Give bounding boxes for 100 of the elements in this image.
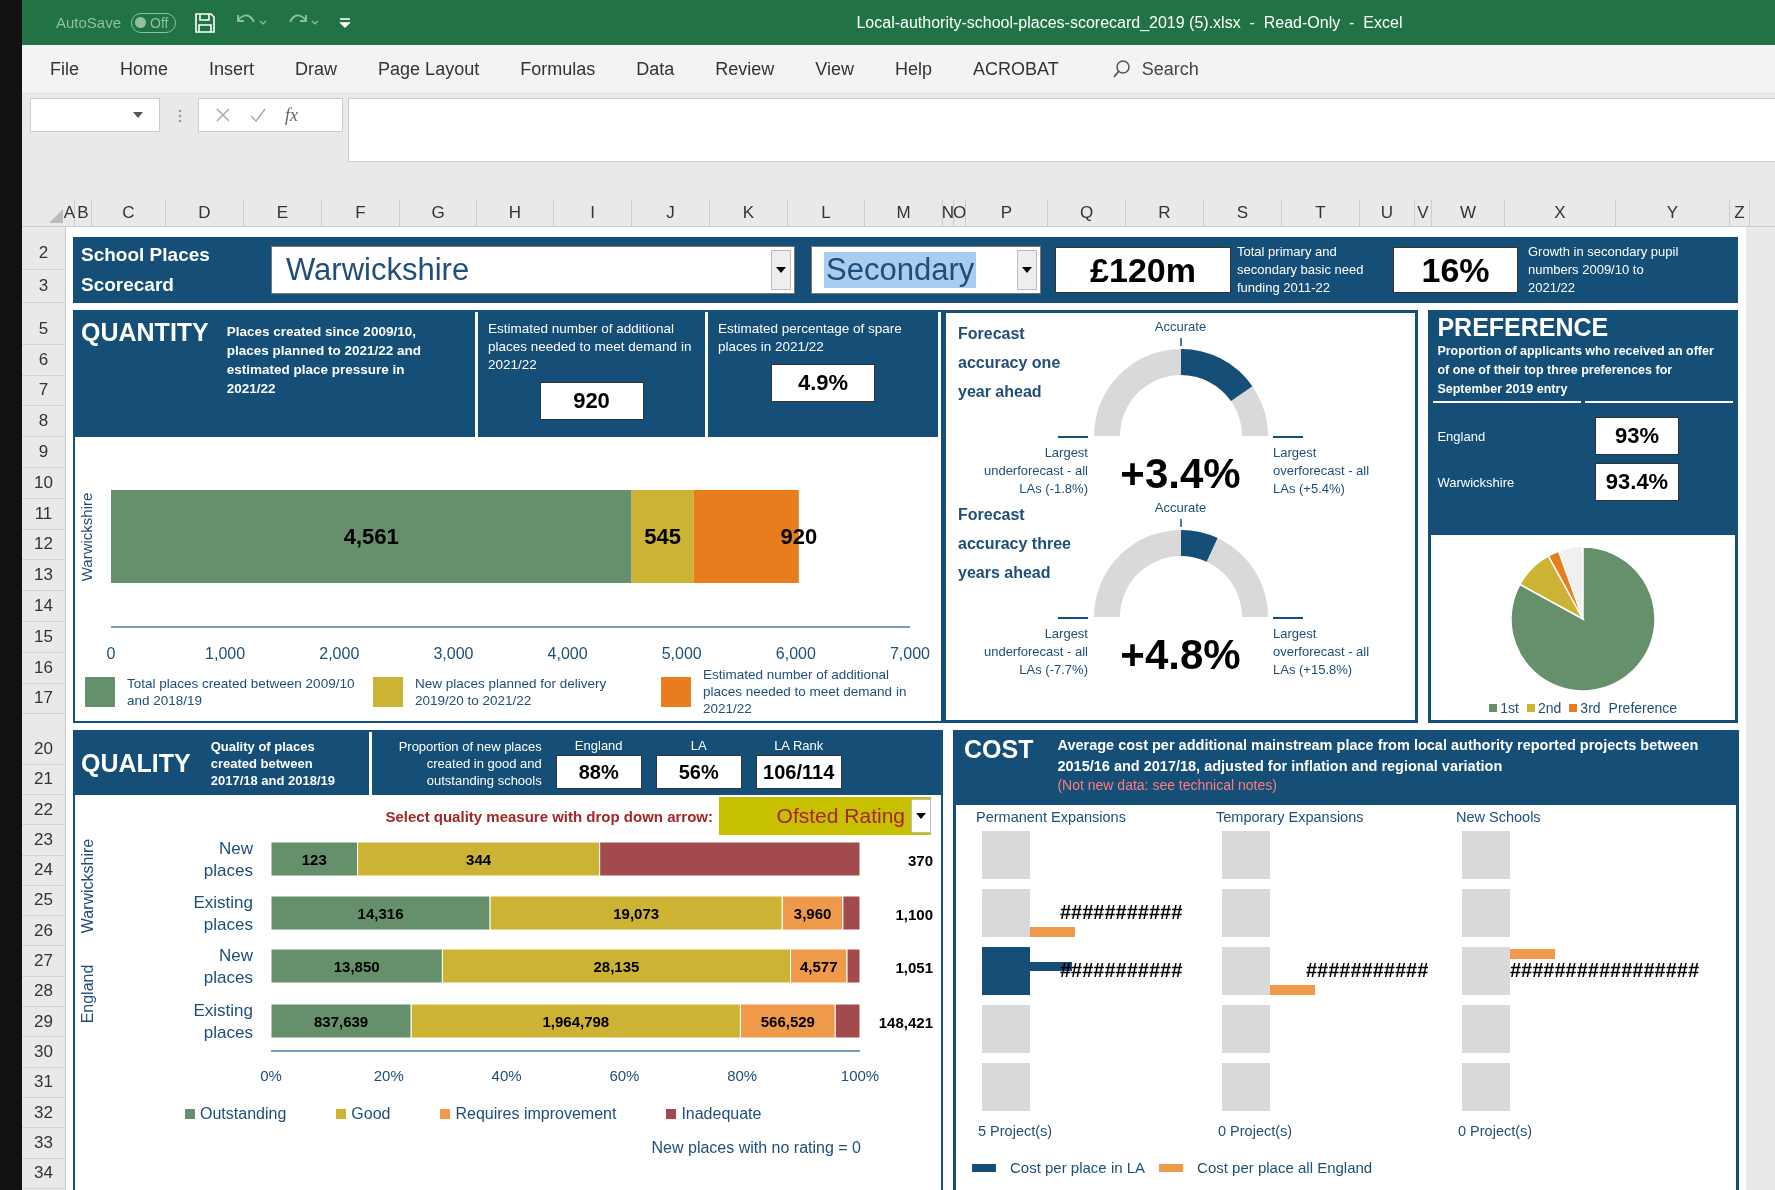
count-label: 837,639 xyxy=(313,1013,369,1030)
stat-label: England xyxy=(574,738,623,753)
column-header[interactable]: C xyxy=(92,200,166,226)
count-label: 14,316 xyxy=(357,905,404,922)
menu-item[interactable]: Data xyxy=(636,58,675,80)
row-header[interactable]: 8 xyxy=(22,406,65,438)
menu-item[interactable]: View xyxy=(815,58,854,80)
cost-square xyxy=(1462,1005,1510,1053)
column-header[interactable]: K xyxy=(710,200,788,226)
column-header[interactable]: N xyxy=(943,200,954,226)
column-header[interactable]: L xyxy=(788,200,865,226)
funding-label: Total primary and secondary basic need funding 2011-22 xyxy=(1237,243,1365,297)
formula-input[interactable] xyxy=(348,98,1775,162)
search-field[interactable]: Search xyxy=(1111,58,1199,80)
row-header[interactable]: 6 xyxy=(22,344,65,376)
row-header[interactable]: 30 xyxy=(22,1037,65,1068)
column-header[interactable]: F xyxy=(322,200,400,226)
column-header[interactable]: Z xyxy=(1730,200,1750,226)
vertical-scrollbar[interactable] xyxy=(1746,227,1775,1190)
save-icon[interactable] xyxy=(194,11,217,34)
row-header[interactable]: 11 xyxy=(22,498,65,530)
column-header[interactable]: Y xyxy=(1616,200,1730,226)
column-header[interactable]: H xyxy=(477,200,554,226)
row-header[interactable]: 26 xyxy=(22,916,65,947)
tick-label: 1,000 xyxy=(205,645,246,662)
row-header[interactable]: 2 xyxy=(22,237,65,270)
row-header[interactable]: 3 xyxy=(22,270,65,303)
menu-item[interactable]: Home xyxy=(120,58,169,80)
row-header[interactable]: 13 xyxy=(22,560,65,592)
row-header[interactable]: 15 xyxy=(22,621,65,653)
column-header[interactable]: P xyxy=(966,200,1048,226)
row-header[interactable]: 33 xyxy=(22,1128,65,1159)
row-header[interactable]: 14 xyxy=(22,591,65,622)
row-header[interactable]: 7 xyxy=(22,375,65,407)
row-header[interactable]: 32 xyxy=(22,1097,65,1129)
column-header[interactable]: W xyxy=(1432,200,1505,226)
select-all-icon[interactable] xyxy=(47,207,63,223)
row-header[interactable]: 23 xyxy=(22,825,65,856)
row-header[interactable]: 5 xyxy=(22,314,65,345)
growth-label: Growth in secondary pupil numbers 2009/10 to 2021/22 xyxy=(1528,243,1680,297)
column-header[interactable]: I xyxy=(554,200,632,226)
column-header[interactable]: S xyxy=(1204,200,1282,226)
menu-item[interactable]: Draw xyxy=(295,58,338,80)
tick-label: 4,000 xyxy=(547,645,588,662)
column-header[interactable]: Q xyxy=(1048,200,1126,226)
forecast-title: Forecast accuracy three years ahead xyxy=(958,505,1072,583)
menu-item[interactable]: Review xyxy=(715,58,775,80)
row-header[interactable]: 27 xyxy=(22,946,65,977)
legend-label: Outstanding xyxy=(200,1105,287,1123)
phase-dropdown[interactable]: Secondary xyxy=(811,246,1041,294)
menu-item[interactable]: Insert xyxy=(209,58,255,80)
cost-square xyxy=(1222,1063,1270,1111)
menu-item[interactable]: Help xyxy=(894,58,932,80)
row-header[interactable]: 25 xyxy=(22,885,65,917)
row-header[interactable]: 10 xyxy=(22,468,65,499)
column-header[interactable]: O xyxy=(954,200,966,226)
column-header[interactable]: B xyxy=(75,200,92,226)
column-header[interactable]: T xyxy=(1282,200,1360,226)
stat-label: Estimated number of additional places needed to meet demand in 2021/22 xyxy=(488,320,693,374)
column-header[interactable]: J xyxy=(632,200,710,226)
legend-swatch xyxy=(666,1109,677,1119)
menu-item[interactable]: Page Layout xyxy=(378,58,480,80)
name-box[interactable] xyxy=(30,98,160,132)
measure-dropdown[interactable]: Ofsted Rating xyxy=(719,797,931,835)
row-header[interactable]: 12 xyxy=(22,529,65,561)
cancel-icon[interactable] xyxy=(215,107,231,123)
customize-icon[interactable] xyxy=(338,15,353,30)
count-label: 3,960 xyxy=(793,905,832,922)
legend-label: New places planned for delivery 2019/20 to 2021/22 xyxy=(415,674,608,709)
menu-item[interactable]: ACROBAT xyxy=(973,58,1059,80)
row-header[interactable]: 28 xyxy=(22,976,65,1008)
row-header[interactable]: 29 xyxy=(22,1007,65,1038)
row-header[interactable]: 17 xyxy=(22,683,65,715)
column-header[interactable]: G xyxy=(400,200,477,226)
insert-function-button[interactable]: fx xyxy=(285,104,298,126)
row-header[interactable]: 22 xyxy=(22,794,65,826)
group-label: Warwickshire xyxy=(79,838,96,934)
row-header[interactable]: 31 xyxy=(22,1067,65,1098)
row-header[interactable]: 20 xyxy=(22,734,65,765)
column-header[interactable]: U xyxy=(1360,200,1415,226)
menu-item[interactable]: Formulas xyxy=(520,58,596,80)
row-header[interactable]: 34 xyxy=(22,1158,65,1189)
authority-dropdown[interactable]: Warwickshire xyxy=(271,246,795,294)
legend-label: 2nd xyxy=(1538,700,1562,716)
check-icon[interactable] xyxy=(249,107,267,123)
column-header[interactable]: X xyxy=(1505,200,1616,226)
stat-label: England xyxy=(1437,428,1486,444)
row-header[interactable]: 21 xyxy=(22,764,65,795)
menu-item[interactable]: File xyxy=(50,58,79,80)
column-header[interactable]: V xyxy=(1415,200,1432,226)
row-header[interactable]: 16 xyxy=(22,652,65,684)
row-header[interactable]: 24 xyxy=(22,855,65,886)
column-header[interactable]: D xyxy=(166,200,244,226)
count-label: 19,073 xyxy=(613,905,660,922)
column-header[interactable]: A xyxy=(65,200,75,226)
column-header[interactable]: R xyxy=(1126,200,1204,226)
cost-square xyxy=(1222,1005,1270,1053)
row-header[interactable]: 9 xyxy=(22,437,65,468)
column-header[interactable]: M xyxy=(865,200,943,226)
column-header[interactable]: E xyxy=(244,200,322,226)
